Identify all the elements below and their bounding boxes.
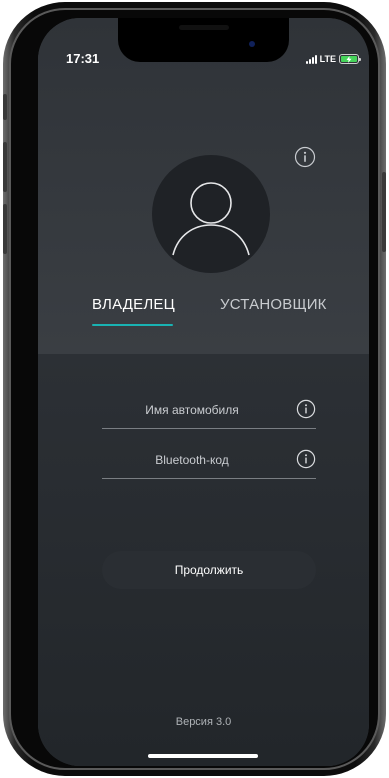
user-avatar-icon[interactable] (152, 155, 270, 273)
role-tabs: ВЛАДЕЛЕЦ УСТАНОВЩИК (38, 296, 369, 336)
bluetooth-code-field (102, 445, 316, 479)
car-name-input[interactable] (102, 395, 282, 425)
bluetooth-code-input[interactable] (102, 445, 282, 475)
info-icon[interactable] (296, 399, 316, 419)
notch (118, 18, 289, 62)
tab-installer[interactable]: УСТАНОВЩИК (220, 296, 327, 332)
version-label: Версия 3.0 (175, 716, 232, 728)
signal-bars-icon (305, 54, 317, 64)
status-indicators: LTE (305, 52, 361, 66)
tab-owner[interactable]: ВЛАДЕЛЕЦ (92, 296, 175, 332)
continue-button[interactable]: Продолжить (102, 551, 316, 589)
status-time: 17:31 (66, 51, 100, 66)
battery-charging-icon (339, 54, 361, 64)
speaker-grille (178, 25, 229, 30)
volume-down-button (3, 204, 7, 254)
phone-frame: 17:31 LTE ВЛАДЕЛЕЦ УСТАНОВЩИК Имя автомо… (3, 2, 386, 776)
car-name-field (102, 395, 316, 429)
mute-switch (3, 94, 7, 120)
volume-up-button (3, 142, 7, 192)
power-button (382, 172, 386, 252)
info-icon[interactable] (294, 146, 316, 168)
network-type: LTE (319, 54, 336, 64)
info-icon[interactable] (296, 449, 316, 469)
app-screen: 17:31 LTE ВЛАДЕЛЕЦ УСТАНОВЩИК Имя автомо… (38, 18, 369, 766)
front-camera (249, 41, 255, 47)
home-indicator[interactable] (148, 754, 258, 758)
active-tab-indicator (92, 324, 173, 326)
